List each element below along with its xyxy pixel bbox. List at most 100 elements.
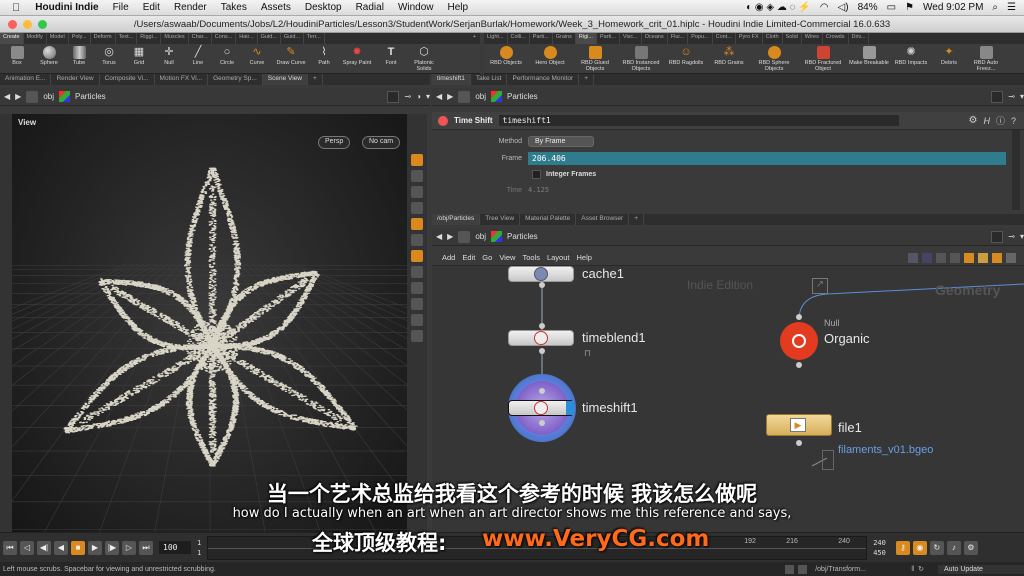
- start-frame[interactable]: 1: [197, 538, 201, 548]
- shading-icon[interactable]: [411, 202, 423, 214]
- tool-rbd-fractured[interactable]: RBD Fractured Object: [798, 44, 848, 73]
- step-forward-icon[interactable]: |▶: [105, 540, 119, 555]
- stop-icon[interactable]: ■: [71, 540, 85, 555]
- shelf-tab[interactable]: Flui...: [668, 33, 689, 44]
- shelf-tab-rigid[interactable]: Rigi...: [575, 33, 597, 44]
- tool-hero-object[interactable]: Hero Object: [528, 44, 572, 73]
- tool-line[interactable]: ╱ Line: [184, 44, 212, 73]
- path-root[interactable]: obj: [43, 92, 54, 101]
- snapshot-icon[interactable]: ◑: [416, 92, 421, 101]
- shelf-add-icon[interactable]: +: [469, 33, 480, 44]
- node-organic[interactable]: [780, 322, 818, 360]
- jump-start-icon[interactable]: ⏮: [3, 540, 17, 555]
- jump-end-icon[interactable]: ⏭: [139, 540, 153, 555]
- integer-frames-checkbox[interactable]: [532, 170, 541, 179]
- method-dropdown[interactable]: By Frame: [528, 136, 594, 147]
- shelf-tab[interactable]: Cons...: [212, 33, 237, 44]
- next-key-icon[interactable]: ▷: [122, 540, 136, 555]
- tool-rbd-objects[interactable]: RBD Objects: [484, 44, 528, 73]
- tool-platonic-solids[interactable]: ⬡ Platonic Solids: [406, 44, 442, 73]
- list-icon[interactable]: ☰: [1007, 2, 1016, 13]
- folder-icon[interactable]: [992, 252, 1002, 263]
- timeblend1-output[interactable]: [539, 348, 545, 354]
- object-merge-icon[interactable]: ↗: [812, 278, 828, 294]
- status-icons[interactable]: [785, 564, 808, 574]
- minimize-icon[interactable]: [23, 20, 32, 29]
- timeshift1-input[interactable]: [539, 388, 545, 394]
- settings-icon[interactable]: ⚙: [963, 540, 978, 555]
- net-menu-help[interactable]: Help: [576, 253, 591, 262]
- tool-path[interactable]: ⌇ Path: [310, 44, 338, 73]
- cache1-output[interactable]: [539, 282, 545, 288]
- pane-menu-icon[interactable]: ▾: [426, 92, 430, 101]
- net-menu-edit[interactable]: Edit: [462, 253, 475, 262]
- info-icon[interactable]: ⓘ: [996, 114, 1005, 127]
- add-tab-icon[interactable]: +: [308, 74, 323, 85]
- search-icon[interactable]: ⌕: [992, 2, 998, 13]
- shelf-tab[interactable]: Parti...: [597, 33, 620, 44]
- shelf-tab-create[interactable]: Create: [0, 33, 24, 44]
- tab-render-view[interactable]: Render View: [51, 74, 100, 85]
- tool-box[interactable]: Box: [0, 44, 34, 73]
- shelf-tab[interactable]: Cont...: [713, 33, 736, 44]
- point-icon[interactable]: [411, 266, 423, 278]
- tool-draw-curve[interactable]: ✎ Draw Curve: [272, 44, 310, 73]
- pin-icon[interactable]: ⊸: [1008, 92, 1015, 101]
- forward-icon[interactable]: ▶: [15, 92, 21, 101]
- tool-sphere[interactable]: Sphere: [34, 44, 64, 73]
- tool-rbd-glued[interactable]: RBD Glued Objects: [572, 44, 618, 73]
- tab-scene-view[interactable]: Scene View: [262, 74, 308, 85]
- persp-menu[interactable]: Persp: [318, 136, 351, 149]
- stub-icon[interactable]: [822, 450, 834, 470]
- tool-rbd-ragdolls[interactable]: ☺ RBD Ragdolls: [664, 44, 708, 73]
- battery-percent[interactable]: 84%: [858, 2, 878, 13]
- menu-desktop[interactable]: Desktop: [298, 2, 349, 13]
- tool-make-breakable[interactable]: Make Breakable: [848, 44, 890, 73]
- help-icon[interactable]: ?: [1011, 116, 1024, 126]
- help-h-icon[interactable]: H: [983, 116, 990, 126]
- end-frame-2[interactable]: 450: [873, 548, 886, 558]
- shelf-tab[interactable]: Parti...: [530, 33, 553, 44]
- forward-icon[interactable]: ▶: [447, 232, 453, 241]
- number-icon[interactable]: [411, 298, 423, 310]
- tool-spray-paint[interactable]: ✸ Spray Paint: [338, 44, 376, 73]
- color-palette-icon[interactable]: [922, 252, 932, 263]
- battery-icon[interactable]: ▭: [887, 2, 896, 13]
- tab-tree-view[interactable]: Tree View: [480, 214, 521, 225]
- audio-icon[interactable]: ♪: [946, 540, 961, 555]
- end-frame[interactable]: 240: [873, 538, 886, 548]
- shelf-tab[interactable]: Oceans: [642, 33, 668, 44]
- template-icon[interactable]: [411, 330, 423, 342]
- tab-obj-particles[interactable]: /obj/Particles: [432, 214, 481, 225]
- shelf-tab[interactable]: Wires: [802, 33, 823, 44]
- tab-material-palette[interactable]: Material Palette: [520, 214, 577, 225]
- auto-key-icon[interactable]: ◉: [912, 540, 927, 555]
- shelf-tab[interactable]: Grains: [553, 33, 576, 44]
- loop-icon[interactable]: ↻: [929, 540, 944, 555]
- shelf-tab[interactable]: Guid...: [258, 33, 281, 44]
- menu-window[interactable]: Window: [391, 2, 441, 13]
- tool-rbd-sphere[interactable]: RBD Sphere Objects: [750, 44, 798, 73]
- tool-torus[interactable]: ◎ Torus: [94, 44, 124, 73]
- node-file1[interactable]: ▶: [766, 410, 832, 440]
- prev-key-icon[interactable]: ◁: [20, 540, 34, 555]
- tool-rbd-auto-freeze[interactable]: RBD Auto Freez...: [966, 44, 1006, 73]
- lock-icon[interactable]: [411, 186, 423, 198]
- network-toolbar-icons[interactable]: [908, 252, 1024, 263]
- tool-grid[interactable]: ▦ Grid: [124, 44, 154, 73]
- menu-takes[interactable]: Takes: [214, 2, 254, 13]
- shelf-tab[interactable]: Driv...: [849, 33, 870, 44]
- tool-circle[interactable]: ○ Circle: [212, 44, 242, 73]
- path-root[interactable]: obj: [475, 92, 486, 101]
- shelf-tab[interactable]: Model: [47, 33, 69, 44]
- select-tool-icon[interactable]: [411, 154, 423, 166]
- tool-rbd-grains[interactable]: ⁂ RBD Grains: [708, 44, 750, 73]
- pin-icon[interactable]: ⊸: [1008, 232, 1015, 241]
- normal-icon[interactable]: [411, 282, 423, 294]
- tab-take-list[interactable]: Take List: [471, 74, 508, 85]
- display-flag[interactable]: [566, 401, 574, 415]
- camera-menu[interactable]: No cam: [362, 136, 401, 149]
- lock-icon[interactable]: ⊓: [584, 348, 591, 359]
- tab-geometry-spreadsheet[interactable]: Geometry Sp...: [208, 74, 263, 85]
- tool-debris[interactable]: ✦ Debris: [932, 44, 966, 73]
